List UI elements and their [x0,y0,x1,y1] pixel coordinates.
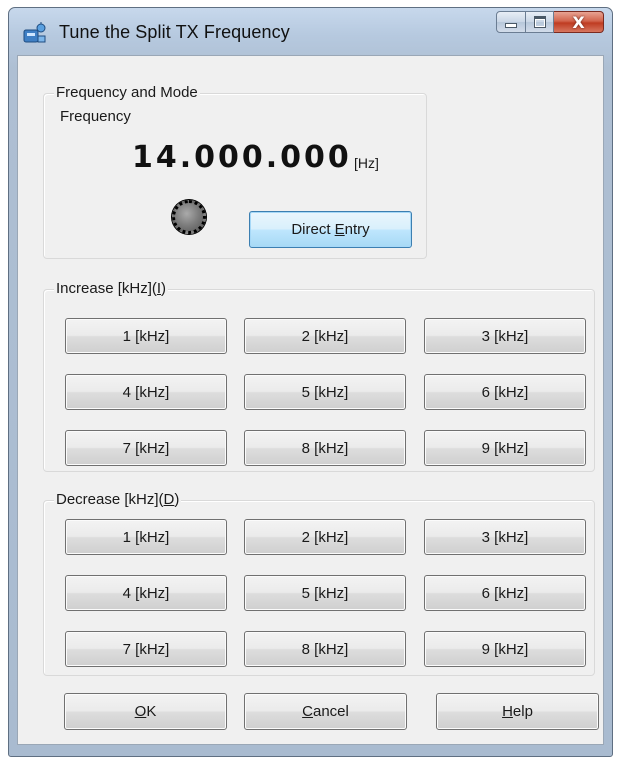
decrease-8-button[interactable]: 8 [kHz] [244,631,406,667]
increase-1-button[interactable]: 1 [kHz] [65,318,227,354]
direct-entry-label-post: ntry [344,221,370,238]
cancel-label: ancel [312,703,349,720]
increase-7-button[interactable]: 7 [kHz] [65,430,227,466]
decrease-7-button[interactable]: 7 [kHz] [65,631,227,667]
increase-group: Increase [kHz](I) 1 [kHz] 2 [kHz] 3 [kHz… [43,280,595,472]
frequency-mode-label: Frequency and Mode [54,84,200,102]
maximize-button[interactable] [526,11,554,33]
decrease-6-button[interactable]: 6 [kHz] [424,575,586,611]
close-button[interactable]: X [554,11,604,33]
increase-9-button[interactable]: 9 [kHz] [424,430,586,466]
increase-2-button[interactable]: 2 [kHz] [244,318,406,354]
decrease-5-button[interactable]: 5 [kHz] [244,575,406,611]
decrease-4-button[interactable]: 4 [kHz] [65,575,227,611]
tuning-knob-icon[interactable] [172,200,206,234]
increase-4-button[interactable]: 4 [kHz] [65,374,227,410]
caption-buttons: X [496,11,604,35]
increase-8-button[interactable]: 8 [kHz] [244,430,406,466]
decrease-9-button[interactable]: 9 [kHz] [424,631,586,667]
help-label: elp [512,703,533,720]
close-icon: X [572,12,585,32]
decrease-3-button[interactable]: 3 [kHz] [424,519,586,555]
ok-mnemonic: O [134,703,147,720]
minimize-icon [505,23,517,28]
direct-entry-button[interactable]: Direct Entry [249,211,412,248]
dialog-window: Tune the Split TX Frequency X Frequency … [8,7,613,757]
increase-5-button[interactable]: 5 [kHz] [244,374,406,410]
cancel-button[interactable]: Cancel [244,693,407,730]
increase-label-post: ) [161,280,167,297]
antenna-app-icon[interactable] [23,22,47,44]
decrease-2-button[interactable]: 2 [kHz] [244,519,406,555]
frequency-readout: 14.000.000 [132,140,352,175]
direct-entry-label-pre: Direct [291,221,335,238]
decrease-group-label: Decrease [kHz](D) [54,491,182,509]
direct-entry-mnemonic: E [334,221,345,238]
cancel-mnemonic: C [302,703,313,720]
increase-3-button[interactable]: 3 [kHz] [424,318,586,354]
ok-label: K [146,703,157,720]
decrease-label-pre: Decrease [kHz]( [56,491,164,508]
increase-group-label: Increase [kHz](I) [54,280,169,298]
dialog-client-area: Frequency and Mode Frequency 14.000.000 … [17,55,604,745]
increase-6-button[interactable]: 6 [kHz] [424,374,586,410]
title-bar[interactable]: Tune the Split TX Frequency X [9,8,612,54]
frequency-label: Frequency [60,108,131,125]
decrease-1-button[interactable]: 1 [kHz] [65,519,227,555]
decrease-group: Decrease [kHz](D) 1 [kHz] 2 [kHz] 3 [kHz… [43,491,595,676]
frequency-unit: [Hz] [354,155,379,171]
decrease-label-post: ) [174,491,180,508]
help-button[interactable]: Help [436,693,599,730]
window-title: Tune the Split TX Frequency [59,22,290,42]
decrease-label-mnemonic: D [163,491,175,508]
maximize-icon [533,16,546,28]
help-mnemonic: H [502,703,513,720]
increase-label-pre: Increase [kHz]( [56,280,157,297]
ok-button[interactable]: OK [64,693,227,730]
frequency-mode-group: Frequency and Mode Frequency 14.000.000 … [43,84,427,259]
minimize-button[interactable] [496,11,526,33]
